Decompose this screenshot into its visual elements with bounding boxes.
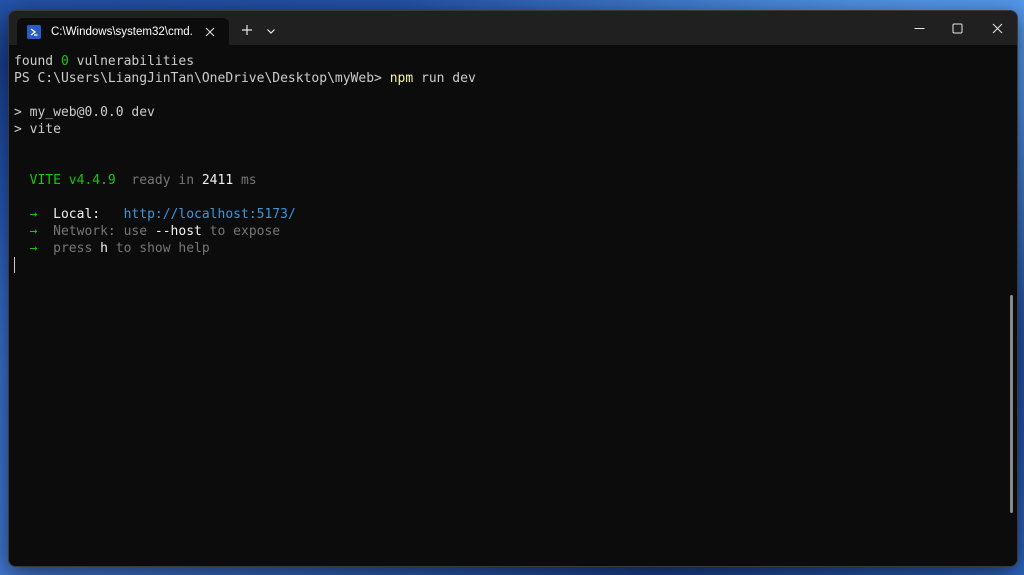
minimize-icon <box>914 19 925 38</box>
maximize-button[interactable] <box>937 11 977 45</box>
terminal-tab[interactable]: C:\Windows\system32\cmd.e <box>17 18 229 45</box>
close-window-icon <box>992 19 1003 38</box>
local-url-link[interactable]: http://localhost:5173/ <box>100 207 296 222</box>
output-line: found 0 vulnerabilities <box>14 54 195 69</box>
network-line: → Network: use --host to expose <box>14 224 281 239</box>
title-bar[interactable]: C:\Windows\system32\cmd.e <box>9 11 1017 45</box>
output-line: > vite <box>14 122 61 137</box>
terminal-output[interactable]: found 0 vulnerabilities PS C:\Users\Lian… <box>9 45 1017 566</box>
maximize-icon <box>952 19 963 38</box>
help-line: → press h to show help <box>14 241 210 256</box>
plus-icon <box>241 21 253 40</box>
minimize-button[interactable] <box>899 11 939 45</box>
prompt-line: PS C:\Users\LiangJinTan\OneDrive\Desktop… <box>14 71 476 86</box>
cursor-line <box>14 257 1017 274</box>
terminal-window: C:\Windows\system32\cmd.e found 0 vulner… <box>8 10 1018 567</box>
scrollbar-thumb[interactable] <box>1010 295 1013 513</box>
text-cursor <box>14 257 15 273</box>
powershell-icon <box>27 24 41 39</box>
close-window-button[interactable] <box>977 11 1017 45</box>
new-tab-button[interactable] <box>235 19 259 41</box>
vite-status-line: VITE v4.4.9 ready in 2411 ms <box>14 173 257 188</box>
close-icon[interactable] <box>201 23 219 41</box>
output-line: > my_web@0.0.0 dev <box>14 105 155 120</box>
chevron-down-icon <box>266 21 276 40</box>
tab-title: C:\Windows\system32\cmd.e <box>51 25 193 38</box>
tab-dropdown-button[interactable] <box>259 19 283 41</box>
local-url-line: → Local: http://localhost:5173/ <box>14 207 296 222</box>
